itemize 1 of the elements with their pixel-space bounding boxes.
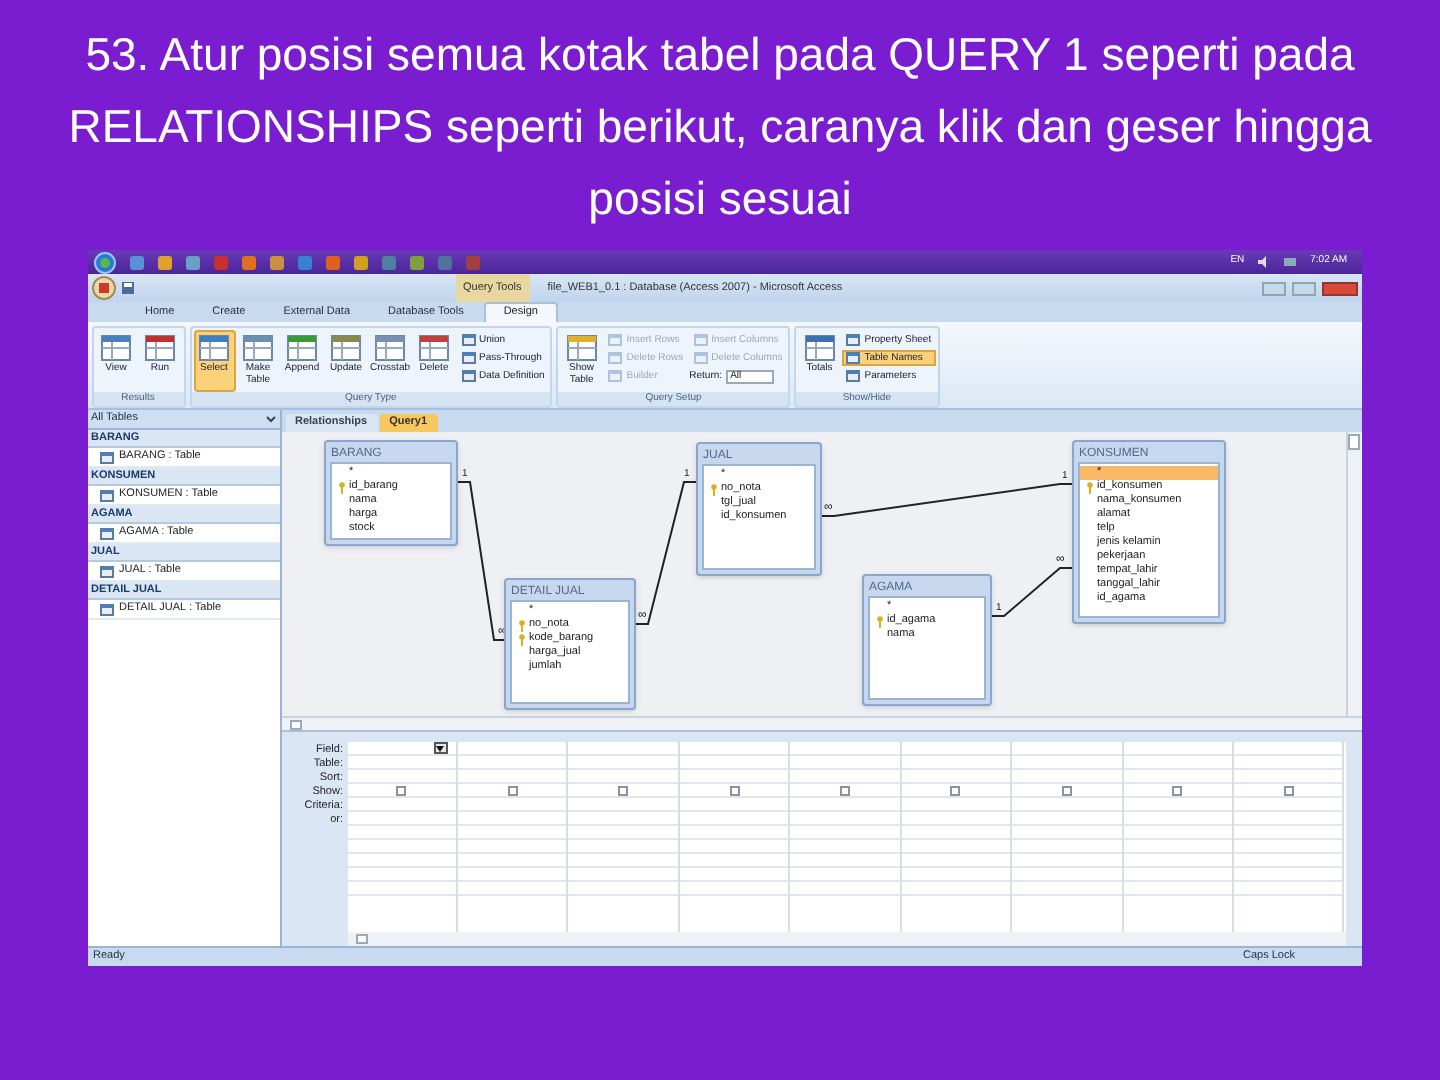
slide-title: 53. Atur posisi semua kotak tabel pada QUERY 1 seperti pada RELATIONSHIPS seperti berikut, caranya klik dan geser hingga posisi sesuai: [66, 25, 1374, 228]
